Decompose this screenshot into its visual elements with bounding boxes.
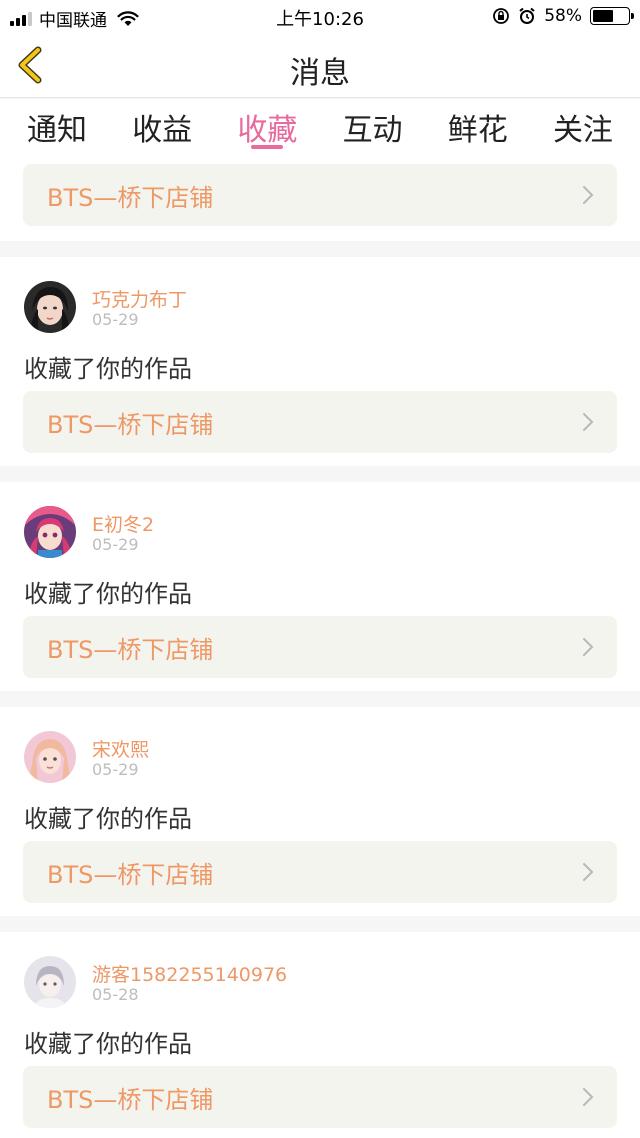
tab-notifications[interactable]: 通知	[27, 99, 87, 155]
work-link[interactable]: BTS—桥下店铺	[23, 1066, 617, 1128]
message-text: 收藏了你的作品	[24, 805, 192, 833]
chevron-right-icon	[583, 186, 594, 204]
tab-interactions[interactable]: 互动	[343, 99, 403, 155]
nav-bar: 消息	[0, 32, 640, 98]
message-card: 巧克力布丁 05-29 收藏了你的作品 BTS—桥下店铺	[0, 257, 640, 466]
status-bar: 中国联通 上午10:26 58%	[0, 0, 640, 32]
rotation-lock-icon	[493, 8, 510, 24]
work-title: BTS—桥下店铺	[47, 184, 214, 212]
battery-percent: 58%	[544, 6, 582, 26]
work-link[interactable]: BTS—桥下店铺	[23, 616, 617, 678]
work-link[interactable]: BTS—桥下店铺	[23, 164, 617, 226]
user-name[interactable]: 巧克力布丁	[92, 285, 187, 312]
list-item: BTS—桥下店铺	[0, 155, 640, 241]
tab-flowers[interactable]: 鲜花	[448, 99, 508, 155]
message-date: 05-28	[92, 985, 139, 1004]
tab-earnings[interactable]: 收益	[132, 99, 192, 155]
work-title: BTS—桥下店铺	[47, 1086, 214, 1114]
chevron-right-icon	[583, 863, 594, 881]
message-date: 05-29	[92, 760, 139, 779]
avatar[interactable]	[24, 506, 76, 558]
battery-fill	[593, 10, 613, 22]
work-title: BTS—桥下店铺	[47, 636, 214, 664]
user-name[interactable]: E初冬2	[92, 510, 154, 537]
message-date: 05-29	[92, 535, 139, 554]
messages-page: 中国联通 上午10:26 58% 消息 通知 收益 收藏 互动 鲜花 关注 BT…	[0, 0, 640, 1138]
user-name[interactable]: 游客1582255140976	[92, 960, 287, 987]
chevron-right-icon	[583, 638, 594, 656]
avatar[interactable]	[24, 281, 76, 333]
user-name[interactable]: 宋欢熙	[92, 735, 149, 762]
message-text: 收藏了你的作品	[24, 355, 192, 383]
battery-icon	[590, 7, 634, 25]
work-link[interactable]: BTS—桥下店铺	[23, 391, 617, 453]
message-text: 收藏了你的作品	[24, 580, 192, 608]
message-text: 收藏了你的作品	[24, 1030, 192, 1058]
work-title: BTS—桥下店铺	[47, 861, 214, 889]
message-card: 游客1582255140976 05-28 收藏了你的作品 BTS—桥下店铺	[0, 932, 640, 1138]
work-link[interactable]: BTS—桥下店铺	[23, 841, 617, 903]
chevron-right-icon	[583, 413, 594, 431]
avatar[interactable]	[24, 731, 76, 783]
tab-favorites[interactable]: 收藏	[237, 99, 297, 155]
page-title: 消息	[290, 56, 350, 91]
avatar[interactable]	[24, 956, 76, 1008]
chevron-right-icon	[583, 1088, 594, 1106]
tab-following[interactable]: 关注	[553, 99, 613, 155]
work-title: BTS—桥下店铺	[47, 411, 214, 439]
message-tabs: 通知 收益 收藏 互动 鲜花 关注	[0, 99, 640, 155]
message-card: E初冬2 05-29 收藏了你的作品 BTS—桥下店铺	[0, 482, 640, 691]
alarm-icon	[519, 7, 535, 24]
message-card: 宋欢熙 05-29 收藏了你的作品 BTS—桥下店铺	[0, 707, 640, 916]
status-right: 58%	[492, 6, 634, 26]
message-date: 05-29	[92, 310, 139, 329]
